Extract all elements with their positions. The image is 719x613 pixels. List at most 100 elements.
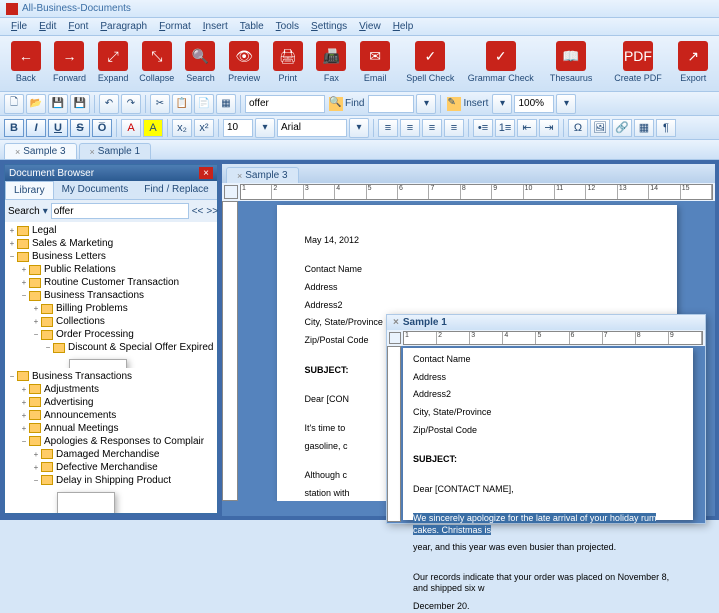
- tree-folder[interactable]: −Discount & Special Offer Expired: [7, 341, 215, 354]
- menu-settings[interactable]: Settings: [306, 20, 352, 33]
- browser-tab-my-documents[interactable]: My Documents: [54, 181, 137, 199]
- tree-folder[interactable]: +Damaged Merchandise: [7, 448, 215, 461]
- zoom-input[interactable]: [514, 95, 554, 113]
- menu-format[interactable]: Format: [154, 20, 196, 33]
- results-tree[interactable]: −Business Transactions+Adjustments+Adver…: [5, 368, 217, 514]
- expand-icon[interactable]: +: [19, 278, 29, 287]
- export-button[interactable]: ↗Export: [673, 39, 713, 88]
- search-button[interactable]: 🔍Search: [181, 39, 221, 88]
- expand-icon[interactable]: +: [19, 385, 29, 394]
- image-button[interactable]: 🖼: [590, 119, 610, 137]
- browser-tab-find---replace[interactable]: Find / Replace: [136, 181, 216, 199]
- fontname-input[interactable]: [277, 119, 347, 137]
- expand-icon[interactable]: +: [7, 239, 17, 248]
- fax-button[interactable]: 📠Fax: [312, 39, 352, 88]
- tab-close-icon[interactable]: ×: [90, 147, 95, 157]
- library-tree[interactable]: +Legal+Sales & Marketing−Business Letter…: [5, 222, 217, 368]
- expand-icon[interactable]: −: [31, 330, 41, 339]
- copy-button[interactable]: 📋: [172, 94, 192, 114]
- create-pdf-button[interactable]: PDFCreate PDF: [607, 39, 670, 88]
- tree-folder[interactable]: +Collections: [7, 315, 215, 328]
- expand-icon[interactable]: −: [19, 437, 29, 446]
- tab-sample-1[interactable]: ×Sample 1: [79, 143, 152, 159]
- tree-folder[interactable]: +Annual Meetings: [7, 422, 215, 435]
- expand-icon[interactable]: +: [7, 226, 17, 235]
- document-window-sample1[interactable]: ×Sample 1 123456789 Contact NameAddressA…: [386, 314, 706, 524]
- align-right-button[interactable]: ≡: [422, 119, 442, 137]
- tab-close-icon[interactable]: ×: [15, 147, 20, 157]
- expand-icon[interactable]: +: [31, 317, 41, 326]
- nav-prev-button[interactable]: <<: [192, 204, 204, 218]
- print-button[interactable]: 🖨Print: [268, 39, 308, 88]
- paste-button[interactable]: 📄: [194, 94, 214, 114]
- menu-paragraph[interactable]: Paragraph: [95, 20, 152, 33]
- window-title[interactable]: ×Sample 1: [387, 315, 705, 330]
- tree-folder[interactable]: +Billing Problems: [7, 302, 215, 315]
- expand-icon[interactable]: +: [19, 424, 29, 433]
- insert-button[interactable]: ✎Insert: [445, 97, 490, 111]
- tree-folder[interactable]: −Apologies & Responses to Complair: [7, 435, 215, 448]
- expand-icon[interactable]: +: [31, 304, 41, 313]
- align-justify-button[interactable]: ≡: [444, 119, 464, 137]
- tree-folder[interactable]: −Order Processing: [7, 328, 215, 341]
- expand-icon[interactable]: +: [19, 411, 29, 420]
- preview-button[interactable]: 👁Preview: [224, 39, 264, 88]
- tree-folder[interactable]: +Announcements: [7, 409, 215, 422]
- forward-button[interactable]: →Forward: [50, 39, 90, 88]
- save-button[interactable]: 💾: [48, 94, 68, 114]
- tree-folder[interactable]: −Business Transactions: [7, 289, 215, 302]
- tab-sample-3[interactable]: ×Sample 3: [4, 143, 77, 159]
- expand-icon[interactable]: −: [7, 372, 17, 381]
- bold-button[interactable]: B: [4, 119, 24, 137]
- fontsize-dropdown[interactable]: ▾: [255, 118, 275, 138]
- quick-search-input[interactable]: [245, 95, 325, 113]
- menu-tools[interactable]: Tools: [271, 20, 304, 33]
- search-dropdown-icon[interactable]: ▾: [43, 204, 48, 218]
- redo-button[interactable]: ↷: [121, 94, 141, 114]
- expand-icon[interactable]: +: [31, 463, 41, 472]
- pilcrow-button[interactable]: ¶: [656, 119, 676, 137]
- tree-folder[interactable]: +Adjustments: [7, 383, 215, 396]
- tree-folder[interactable]: +Routine Customer Transaction: [7, 276, 215, 289]
- browser-search-input[interactable]: [51, 203, 189, 219]
- menu-insert[interactable]: Insert: [198, 20, 233, 33]
- document-page-sample1[interactable]: Contact NameAddressAddress2City, State/P…: [403, 348, 693, 520]
- tree-folder[interactable]: −Delay in Shipping Product: [7, 474, 215, 487]
- collapse-button[interactable]: ⤡Collapse: [137, 39, 177, 88]
- expand-button[interactable]: ⤢Expand: [93, 39, 133, 88]
- tree-folder[interactable]: +Sales & Marketing: [7, 237, 215, 250]
- tab-close-icon[interactable]: ×: [237, 171, 242, 181]
- menu-table[interactable]: Table: [235, 20, 269, 33]
- numbering-button[interactable]: 1≡: [495, 119, 515, 137]
- spell-check-button[interactable]: ✓Spell Check: [399, 39, 462, 88]
- italic-button[interactable]: I: [26, 119, 46, 137]
- bullets-button[interactable]: •≡: [473, 119, 493, 137]
- new-button[interactable]: 🗋: [4, 94, 24, 114]
- expand-icon[interactable]: +: [31, 450, 41, 459]
- expand-icon[interactable]: −: [43, 343, 53, 352]
- tree-folder[interactable]: +Advertising: [7, 396, 215, 409]
- align-center-button[interactable]: ≡: [400, 119, 420, 137]
- link-button[interactable]: 🔗: [612, 119, 632, 137]
- subscript-button[interactable]: x₂: [172, 119, 192, 137]
- close-icon[interactable]: ×: [199, 167, 213, 179]
- cut-button[interactable]: ✂: [150, 94, 170, 114]
- tree-folder[interactable]: +Defective Merchandise: [7, 461, 215, 474]
- email-button[interactable]: ✉Email: [355, 39, 395, 88]
- browser-tab-library[interactable]: Library: [5, 181, 54, 199]
- thesaurus-button[interactable]: 📖Thesaurus: [540, 39, 603, 88]
- saveas-button[interactable]: 💾: [70, 94, 90, 114]
- expand-icon[interactable]: +: [19, 265, 29, 274]
- highlight-button[interactable]: A: [143, 119, 163, 137]
- tree-item[interactable]: Guidelines: [7, 487, 215, 514]
- expand-icon[interactable]: −: [19, 291, 29, 300]
- nav-next-button[interactable]: >>: [206, 204, 218, 218]
- tree-folder[interactable]: −Business Letters: [7, 250, 215, 263]
- grammar-check-button[interactable]: ✓Grammar Check: [466, 39, 536, 88]
- tab-sample3[interactable]: × Sample 3: [226, 167, 299, 183]
- superscript-button[interactable]: x²: [194, 119, 214, 137]
- table-button[interactable]: ▦: [634, 119, 654, 137]
- tree-item[interactable]: Sample 2: [7, 354, 215, 368]
- back-button[interactable]: ←Back: [6, 39, 46, 88]
- underline-button[interactable]: U: [48, 119, 68, 137]
